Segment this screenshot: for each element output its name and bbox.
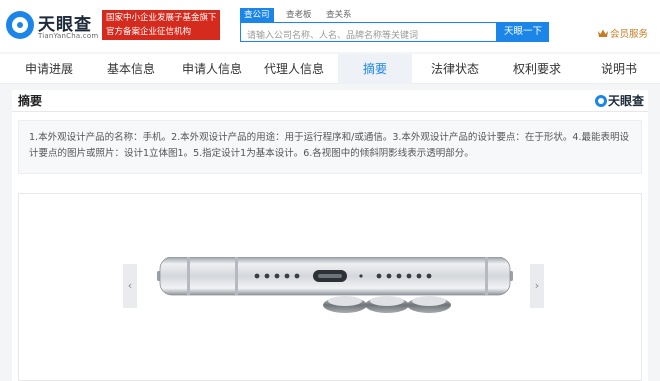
tianyancha-logo[interactable]: 天眼查 TianYanCha.com — [6, 8, 98, 44]
logo-domain: TianYanCha.com — [38, 32, 99, 40]
design-image-viewer: ‹ › — [18, 193, 642, 381]
search-input[interactable] — [241, 27, 496, 45]
tab-specification[interactable]: 说明书 — [588, 54, 650, 84]
search-box — [240, 22, 497, 45]
tab-abstract[interactable]: 摘要 — [338, 54, 412, 84]
tab-legal-status[interactable]: 法律状态 — [420, 54, 490, 84]
search-tab-company[interactable]: 查公司 — [240, 8, 274, 22]
badge-line-1: 国家中小企业发展子基金旗下 — [106, 13, 216, 23]
tab-applicant-info[interactable]: 申请人信息 — [174, 54, 250, 84]
brand-name: 天眼查 — [607, 94, 644, 108]
search-tab-boss[interactable]: 查老板 — [286, 8, 312, 22]
next-image-button[interactable]: › — [530, 264, 544, 308]
vip-label: 会员服务 — [610, 29, 649, 40]
tab-application-progress[interactable]: 申请进展 — [14, 54, 84, 84]
tab-basic-info[interactable]: 基本信息 — [96, 54, 166, 84]
phone-design-image — [157, 257, 513, 313]
detail-tabs: 申请进展 基本信息 申请人信息 代理人信息 摘要 法律状态 权利要求 说明书 — [0, 54, 660, 84]
eye-logo-icon — [6, 11, 34, 39]
brand-watermark: 天眼查 — [594, 92, 644, 109]
badge-line-2: 官方备案企业征信机构 — [106, 27, 192, 37]
vip-service-link[interactable]: 会员服务 — [598, 26, 648, 40]
search-button[interactable]: 天眼一下 — [497, 22, 549, 42]
eye-logo-icon — [594, 95, 607, 107]
tab-claims[interactable]: 权利要求 — [502, 54, 572, 84]
official-badge: 国家中小企业发展子基金旗下 官方备案企业征信机构 — [102, 10, 220, 40]
previous-image-button[interactable]: ‹ — [123, 264, 137, 308]
abstract-text: 1.本外观设计产品的名称：手机。2.本外观设计产品的用途：用于运行程序和/或通信… — [18, 120, 642, 174]
section-title: 摘要 — [18, 94, 43, 108]
search-tab-relation[interactable]: 查关系 — [326, 8, 352, 22]
abstract-card: 摘要 天眼查 1.本外观设计产品的名称：手机。2.本外观设计产品的用途：用于运行… — [12, 90, 648, 381]
crown-icon — [598, 29, 608, 37]
divider — [12, 111, 648, 112]
tab-agent-info[interactable]: 代理人信息 — [256, 54, 332, 84]
top-header: 天眼查 TianYanCha.com 国家中小企业发展子基金旗下 官方备案企业征… — [0, 0, 660, 52]
